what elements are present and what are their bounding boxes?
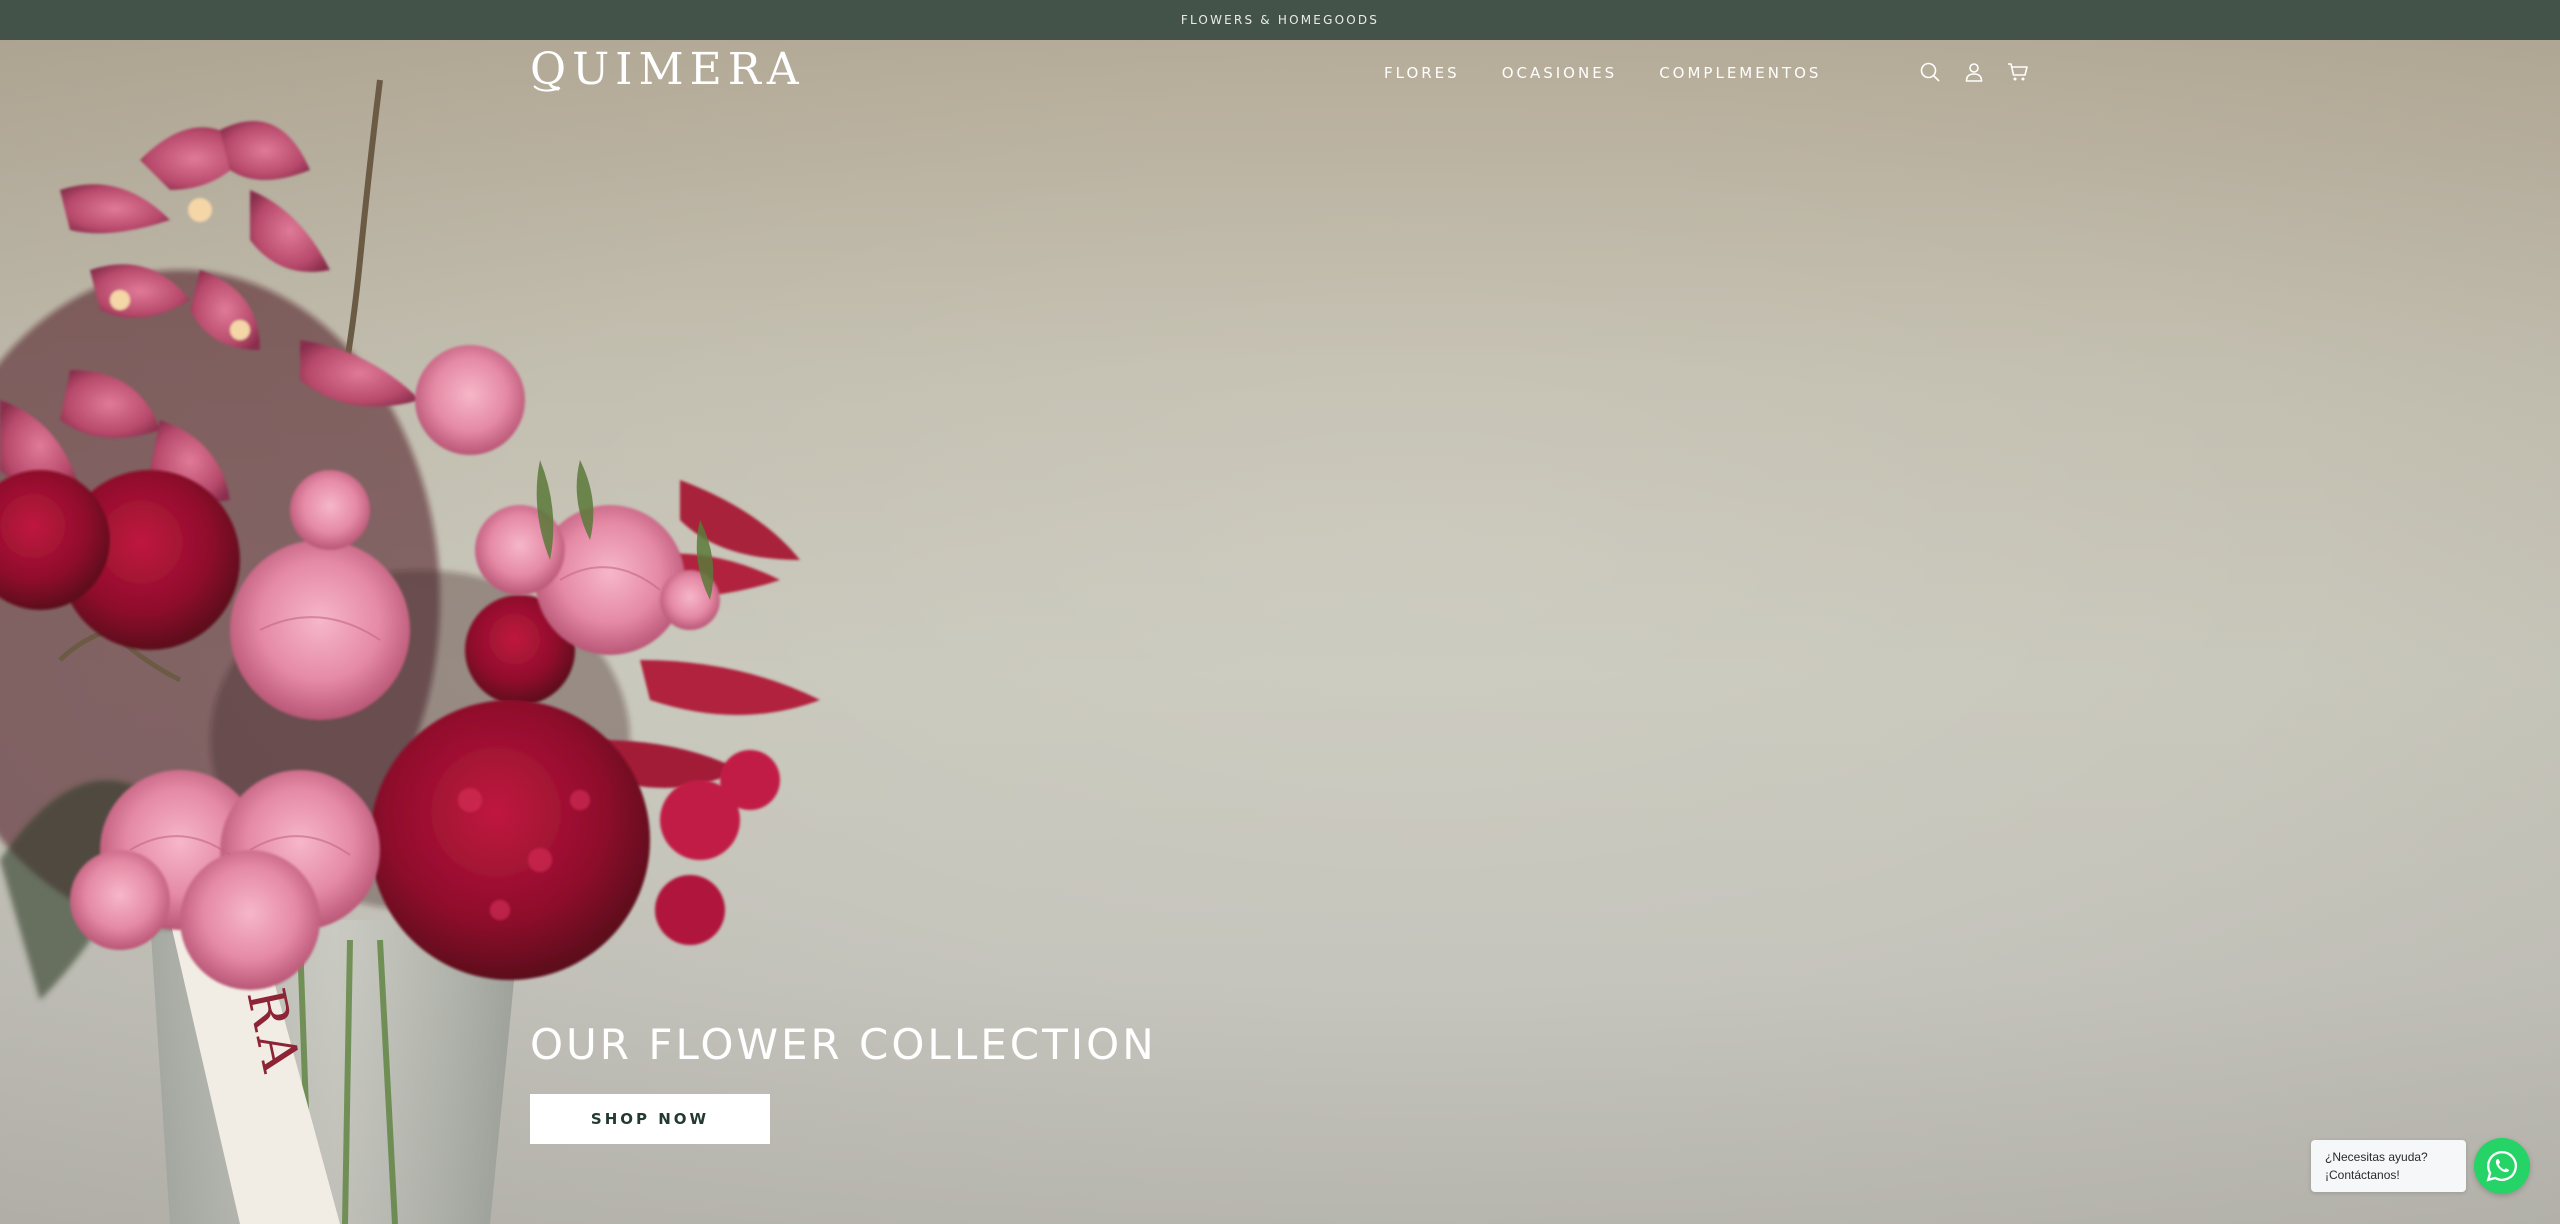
nav-item-complementos[interactable]: COMPLEMENTOS xyxy=(1659,64,1821,82)
search-icon[interactable] xyxy=(1918,60,1942,84)
page: FLOWERS & HOMEGOODS ERA QUIMERA FLORES O… xyxy=(0,0,2560,1224)
nav-item-flores[interactable]: FLORES xyxy=(1384,64,1460,82)
site-header: QUIMERA FLORES OCASIONES COMPLEMENTOS xyxy=(0,40,2560,106)
announcement-bar: FLOWERS & HOMEGOODS xyxy=(0,0,2560,40)
whatsapp-icon xyxy=(2486,1151,2517,1182)
site-logo[interactable]: QUIMERA xyxy=(530,48,805,92)
main-nav: FLORES OCASIONES COMPLEMENTOS xyxy=(1384,64,1863,82)
account-icon[interactable] xyxy=(1962,60,1986,84)
nav-item-ocasiones[interactable]: OCASIONES xyxy=(1502,64,1618,82)
help-line-2: ¡Contáctanos! xyxy=(2325,1168,2400,1182)
shop-now-button[interactable]: SHOP NOW xyxy=(530,1094,770,1144)
help-bubble[interactable]: ¿Necesitas ayuda? ¡Contáctanos! xyxy=(2311,1140,2466,1192)
announcement-text: FLOWERS & HOMEGOODS xyxy=(1180,13,1380,27)
header-icons xyxy=(1918,60,2030,84)
help-line-1: ¿Necesitas ayuda? xyxy=(2325,1150,2428,1164)
whatsapp-button[interactable] xyxy=(2474,1138,2530,1194)
cart-icon[interactable] xyxy=(2006,60,2030,84)
logo-swash-icon xyxy=(533,85,561,92)
hero-title: OUR FLOWER COLLECTION xyxy=(530,1020,1157,1069)
